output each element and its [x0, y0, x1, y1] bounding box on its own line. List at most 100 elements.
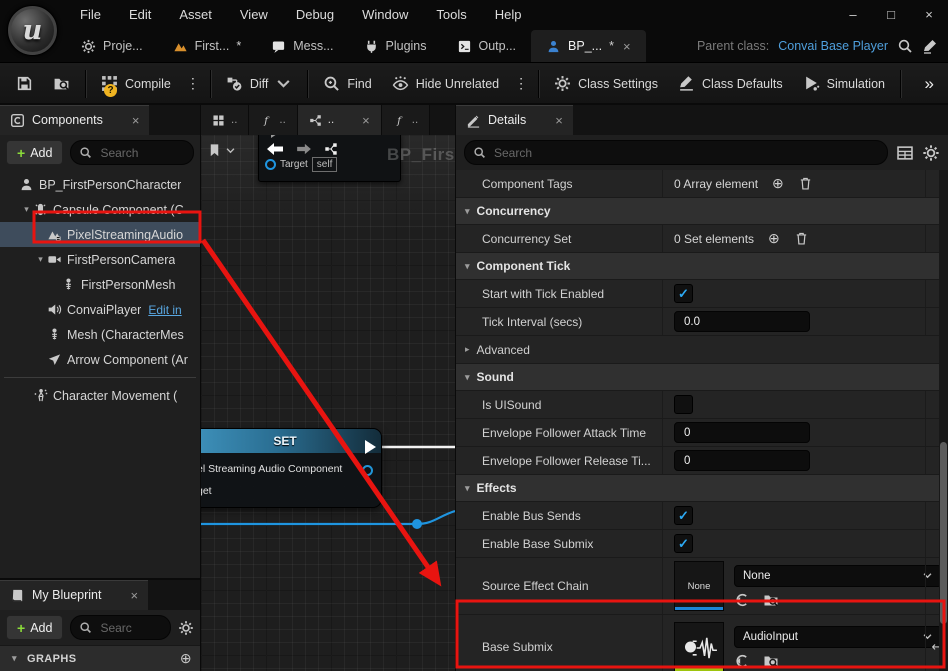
minimize-button[interactable]: –	[834, 0, 872, 30]
section-header-component tick[interactable]: ▾Component Tick	[456, 253, 948, 280]
menu-item-view[interactable]: View	[226, 0, 282, 30]
asset-dropdown[interactable]: AudioInput	[734, 626, 942, 648]
asset-tab-message-log[interactable]: Mess...	[256, 30, 348, 62]
parent-class-link[interactable]: Convai Base Player	[778, 39, 888, 53]
asset-dropdown[interactable]: None	[734, 565, 942, 587]
menu-item-debug[interactable]: Debug	[282, 0, 348, 30]
my-blueprint-search[interactable]	[70, 615, 171, 640]
partially-hidden-node[interactable]: Target self	[258, 135, 401, 182]
browse-icon[interactable]	[763, 592, 779, 608]
details-search-input[interactable]	[492, 145, 879, 161]
reroute-node[interactable]	[412, 519, 422, 529]
component-row-pixelstreamingaudio[interactable]: PixelStreamingAudio	[0, 222, 200, 247]
menu-item-asset[interactable]: Asset	[165, 0, 226, 30]
close-icon[interactable]: ×	[362, 113, 370, 128]
variable-output-pin-icon[interactable]	[362, 465, 373, 476]
caret-down-icon[interactable]: ▾	[34, 254, 47, 265]
close-icon[interactable]: ×	[132, 113, 140, 128]
asset-thumbnail[interactable]: None	[674, 561, 724, 611]
bookmarks-control[interactable]	[207, 143, 236, 158]
asset-tab-blueprint[interactable]: BP_...*×	[531, 30, 646, 62]
menu-item-window[interactable]: Window	[348, 0, 422, 30]
diff-button[interactable]: Diff	[216, 64, 303, 104]
display-filter-icon[interactable]	[896, 144, 914, 162]
compile-button[interactable]: ?Compile	[91, 64, 181, 104]
menu-item-tools[interactable]: Tools	[422, 0, 480, 30]
my-blueprint-search-input[interactable]	[98, 620, 162, 636]
number-input[interactable]: 0	[674, 422, 810, 443]
close-button[interactable]: ×	[910, 0, 948, 30]
details-scrollbar-thumb[interactable]	[940, 442, 947, 624]
hide-unrelated-button[interactable]: Hide Unrelated	[382, 64, 509, 104]
close-icon[interactable]: ×	[130, 588, 138, 603]
browse-asset-button[interactable]	[43, 64, 80, 104]
add-blueprint-item-button[interactable]: + Add	[6, 615, 63, 640]
arrow-right-icon[interactable]	[295, 143, 313, 155]
details-settings-gear-icon[interactable]	[922, 144, 940, 162]
exec-output-pin-icon[interactable]	[365, 440, 376, 454]
checkbox[interactable]	[674, 395, 693, 414]
details-search[interactable]	[464, 140, 888, 165]
edit-icon[interactable]	[922, 38, 938, 54]
find-button[interactable]: Find	[313, 64, 381, 104]
class-defaults-button[interactable]: Class Defaults	[668, 64, 793, 104]
section-header-effects[interactable]: ▾Effects	[456, 475, 948, 502]
graph-tab-event-graph[interactable]: ..×	[298, 105, 382, 135]
checkbox[interactable]: ✓	[674, 506, 693, 525]
component-row-firstpersoncamera[interactable]: ▾FirstPersonCamera	[0, 247, 200, 272]
asset-tab-output-log[interactable]: Outp...	[442, 30, 532, 62]
caret-down-icon[interactable]: ▾	[20, 204, 33, 215]
compile-options-button[interactable]: ⋮	[181, 75, 205, 92]
section-header-concurrency[interactable]: ▾Concurrency	[456, 198, 948, 225]
my-blueprint-tab[interactable]: My Blueprint ×	[0, 580, 148, 610]
menu-item-file[interactable]: File	[66, 0, 115, 30]
graph-tab-function-graph[interactable]: f..	[382, 105, 430, 135]
component-row-character-movement[interactable]: Character Movement (	[0, 383, 200, 408]
component-row-mesh-charactermes[interactable]: Mesh (CharacterMes	[0, 322, 200, 347]
components-search[interactable]	[70, 140, 194, 165]
use-selected-icon[interactable]	[734, 592, 750, 608]
advanced-expander[interactable]: ▸Advanced	[456, 336, 948, 364]
asset-tab-level[interactable]: First...*	[158, 30, 257, 62]
add-component-button[interactable]: + Add	[6, 140, 63, 165]
browse-icon[interactable]	[763, 653, 779, 669]
arrow-left-icon[interactable]	[265, 142, 285, 156]
menu-item-help[interactable]: Help	[481, 0, 536, 30]
search-icon[interactable]	[897, 38, 913, 54]
component-row-firstpersonmesh[interactable]: FirstPersonMesh	[0, 272, 200, 297]
number-input[interactable]: 0	[674, 450, 810, 471]
trash-icon[interactable]	[798, 176, 813, 191]
set-variable-node[interactable]: SET el Streaming Audio Component get	[201, 428, 382, 508]
section-header-sound[interactable]: ▾Sound	[456, 364, 948, 391]
graph-tab-construction-script[interactable]: f..	[249, 105, 297, 135]
menu-item-edit[interactable]: Edit	[115, 0, 165, 30]
trash-icon[interactable]	[794, 231, 809, 246]
component-row-bp-firstpersoncharacter[interactable]: BP_FirstPersonCharacter	[0, 172, 200, 197]
toolbar-overflow-button[interactable]: »	[917, 74, 942, 94]
add-graph-icon[interactable]: ⊕	[180, 650, 192, 667]
event-graph-canvas[interactable]: Target self BP_Firs SET el Streaming Aud…	[201, 135, 455, 671]
asset-tab-project-settings[interactable]: Proje...	[66, 30, 158, 62]
checkbox[interactable]: ✓	[674, 284, 693, 303]
checkbox[interactable]: ✓	[674, 534, 693, 553]
edit-in-cpp-link[interactable]: Edit in	[148, 303, 181, 317]
asset-thumbnail[interactable]	[674, 622, 724, 671]
close-icon[interactable]: ×	[555, 113, 563, 128]
close-icon[interactable]: ×	[623, 39, 631, 54]
maximize-button[interactable]: □	[872, 0, 910, 30]
components-tab[interactable]: Components ×	[0, 105, 149, 135]
simulation-button[interactable]: Simulation	[793, 64, 895, 104]
components-search-input[interactable]	[98, 145, 185, 161]
number-input[interactable]: 0.0	[674, 311, 810, 332]
save-button[interactable]	[6, 64, 43, 104]
add-element-icon[interactable]: ⊕	[768, 230, 780, 247]
component-row-capsule-component-c[interactable]: ▾Capsule Component (C	[0, 197, 200, 222]
target-pin-icon[interactable]	[265, 159, 276, 170]
add-element-icon[interactable]: ⊕	[772, 175, 784, 192]
component-row-convaiplayer[interactable]: ConvaiPlayerEdit in	[0, 297, 200, 322]
graph-tab-viewport[interactable]: ..	[201, 105, 249, 135]
target-default-value[interactable]: self	[312, 157, 338, 172]
component-row-arrow-component-ar[interactable]: Arrow Component (Ar	[0, 347, 200, 372]
asset-tab-plugins[interactable]: Plugins	[349, 30, 442, 62]
details-tab[interactable]: Details ×	[456, 105, 573, 135]
